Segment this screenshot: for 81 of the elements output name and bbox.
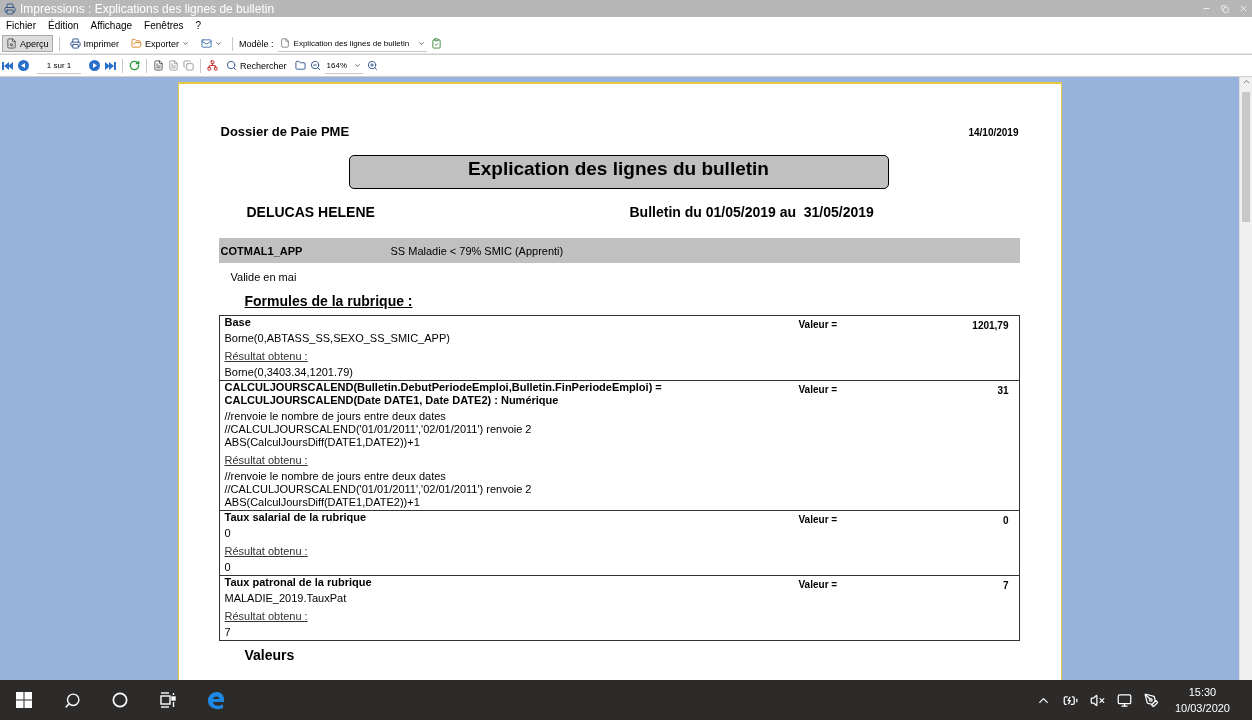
formula-title: CALCULJOURSCALEND(Bulletin.DebutPeriodeEmploi,Bulletin.FinPeriodeEmploi) = [224,381,663,394]
page-icon[interactable] [153,60,164,71]
mute-icon[interactable] [1089,692,1105,708]
value-label: Valeur = [798,513,839,527]
preview-icon [6,38,17,49]
previous-page-icon[interactable] [18,60,29,71]
formula-title: CALCULJOURSCALEND(Date DATE1, Date DATE2) : Numérique [224,394,560,407]
validity-note: Valide en mai [230,271,298,283]
search-icon [226,60,237,71]
menu-item[interactable]: Fichier [6,20,36,31]
result-label: Résultat obtenu : [224,610,308,623]
caret-icon [215,40,223,47]
model-select[interactable]: Explication des lignes de bulletin [277,35,427,52]
preview-button[interactable]: Aperçu [2,35,53,52]
export-button[interactable]: Exporter [127,35,194,52]
value-label: Valeur = [798,318,839,332]
rubric-label: SS Maladie < 79% SMIC (Apprenti) [390,244,564,257]
report-date: 14/10/2019 [968,127,1019,138]
folder-icon[interactable] [294,60,306,71]
employee-name: DELUCAS HELENE [246,204,376,220]
first-page-icon[interactable] [2,60,14,71]
zoom-in-icon[interactable] [366,60,378,71]
value-amount: 31 [996,384,1009,398]
zoom-select[interactable]: 164% [324,57,363,74]
result-line: //CALCULJOURSCALEND('01/01/2011','02/01/2011') renvoie 2 [224,483,533,496]
mail-icon [201,38,213,49]
print-button[interactable]: Imprimer [65,35,124,52]
value-amount: 1201,79 [971,319,1009,333]
caret-icon [353,61,361,69]
search-button[interactable]: Rechercher [222,57,291,74]
formula-line: Borne(0,ABTASS_SS,SEXO_SS_SMIC_APP) [224,332,451,345]
value-amount: 7 [1001,579,1009,593]
clock-time: 15:30 [1188,686,1217,698]
pen-icon[interactable] [1143,692,1159,708]
result-line: 0 [224,561,232,574]
folder-icon [131,38,143,49]
scrollbar-thumb[interactable] [1242,92,1250,222]
formula-line: //renvoie le nombre de jours entre deux dates [224,410,447,423]
next-page-icon[interactable] [89,60,100,71]
tree-icon[interactable] [207,60,218,71]
result-label: Résultat obtenu : [224,545,308,558]
payslip-period: Bulletin du 01/05/2019 au 31/05/2019 [629,204,874,220]
formula-line: ABS(CalculJoursDiff(DATE1,DATE2))+1 [224,436,421,449]
last-page-icon[interactable] [104,60,116,71]
value-label: Valeur = [798,383,839,397]
printer-icon [4,2,16,15]
zoom-out-icon[interactable] [309,60,321,71]
refresh-icon[interactable] [129,60,140,71]
caret-icon [417,39,425,47]
company-name: Dossier de Paie PME [220,124,350,139]
result-line: 7 [224,626,232,639]
report-title: Explication des lignes du bulletin [468,157,769,180]
section-heading: Formules de la rubrique : [244,293,413,309]
clock-date: 10/03/2020 [1174,702,1230,714]
result-label: Résultat obtenu : [224,454,308,467]
scroll-up-icon[interactable] [1241,77,1251,86]
menu-item[interactable]: Fenêtres [144,20,184,31]
formula-title: Taux salarial de la rubrique [224,511,368,524]
value-amount: 0 [1001,514,1009,528]
formula-title: Base [224,316,252,329]
model-label: Modèle : [239,38,274,49]
page-field[interactable]: 1 sur 1 [37,57,81,74]
window-title: Impressions : Explications des lignes de bulletin [20,1,276,16]
formula-line: MALADIE_2019.TauxPat [224,592,348,605]
result-line: Borne(0,3403.34,1201.79) [224,366,354,379]
value-label: Valeur = [798,578,839,592]
menu-item[interactable]: Édition [48,20,79,31]
clipboard-icon[interactable] [430,38,442,49]
menu-item[interactable]: ? [195,20,202,31]
menu-item[interactable]: Affichage [90,20,133,31]
result-label: Résultat obtenu : [224,350,308,363]
rubric-code: COTMAL1_APP [219,244,304,257]
formula-title: Taux patronal de la rubrique [224,576,373,589]
formula-line: //CALCULJOURSCALEND('01/01/2011','02/01/2011') renvoie 2 [224,423,533,436]
result-line: //renvoie le nombre de jours entre deux dates [224,470,447,483]
section-heading: Valeurs [244,647,296,663]
caret-icon [182,40,190,47]
printer-icon [69,38,81,49]
result-line: ABS(CalculJoursDiff(DATE1,DATE2))+1 [224,496,421,509]
document-icon [279,38,290,48]
formula-line: 0 [224,527,232,540]
